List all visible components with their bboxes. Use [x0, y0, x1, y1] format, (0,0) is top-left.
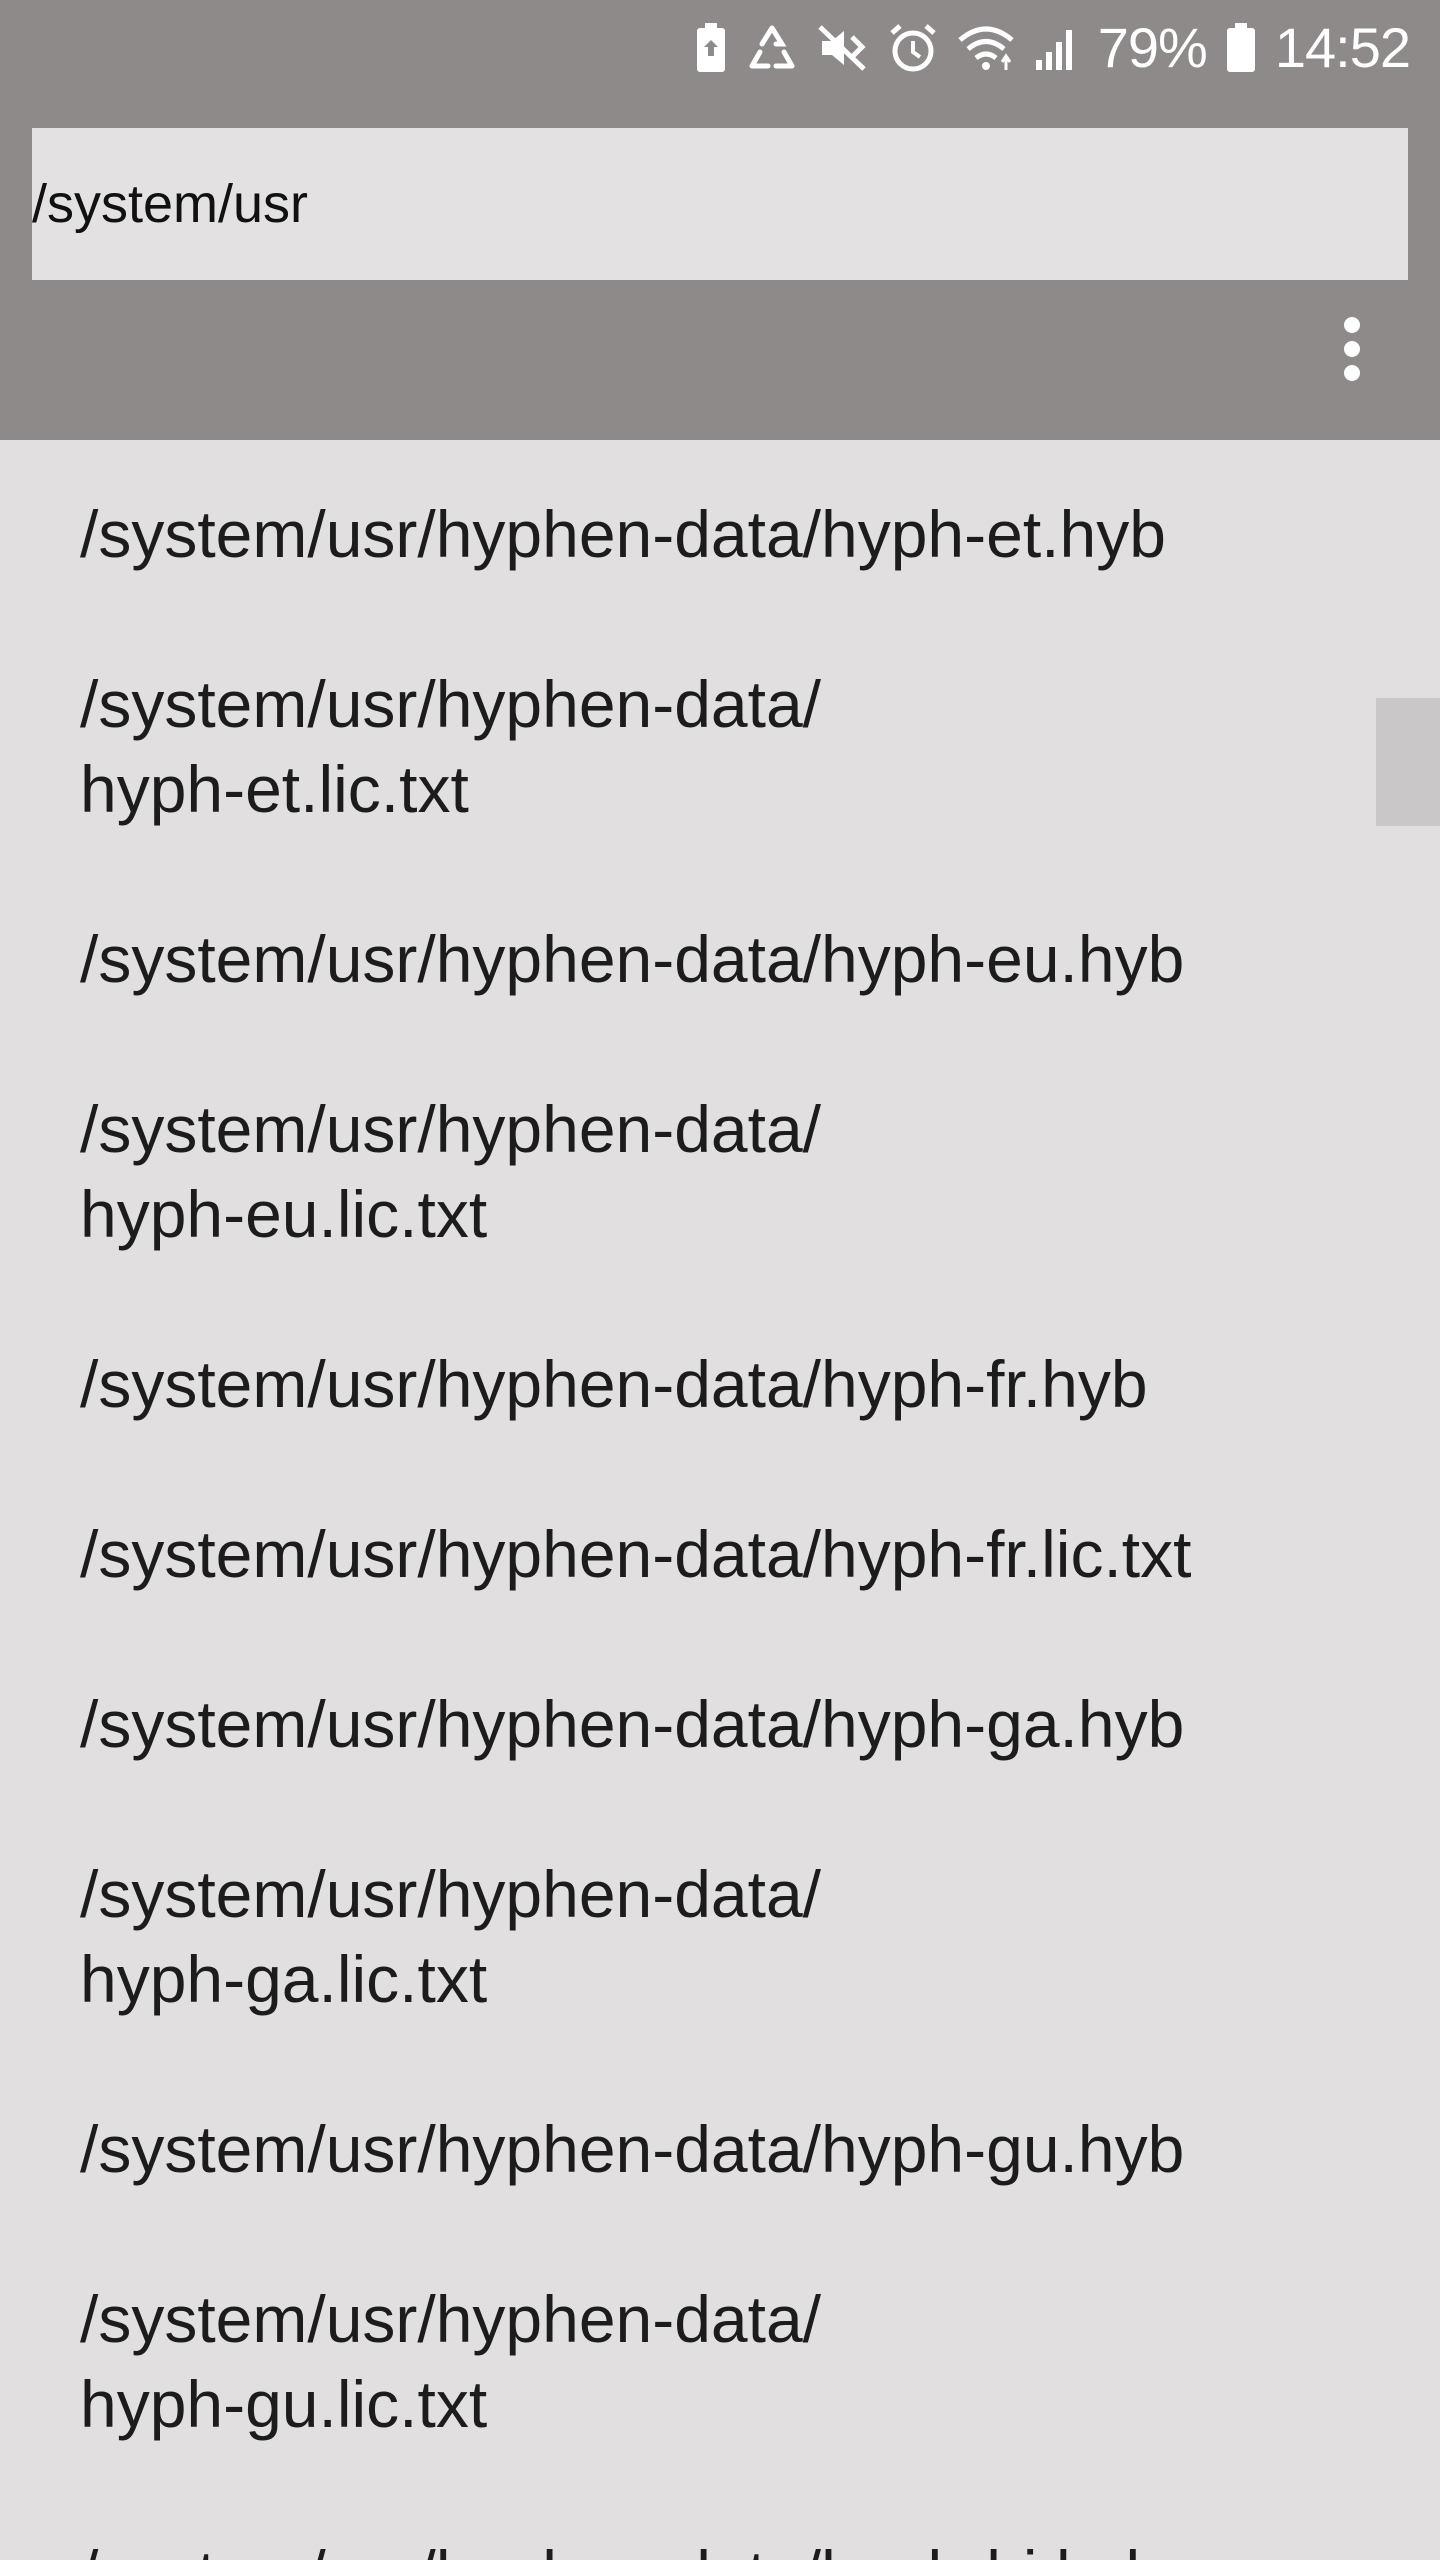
path-input[interactable]: [32, 128, 1408, 280]
list-item[interactable]: /system/usr/hyphen-data/hyph-eu.hyb: [80, 917, 1380, 1002]
list-item[interactable]: /system/usr/hyphen-data/hyph-fr.hyb: [80, 1342, 1380, 1427]
file-list[interactable]: /system/usr/hyphen-data/hyph-et.hyb /sys…: [0, 440, 1440, 2560]
status-bar: 79% 14:52: [0, 0, 1440, 96]
status-icons: 79% 14:52: [694, 10, 1411, 86]
list-item[interactable]: /system/usr/hyphen-data/ hyph-gu.lic.txt: [80, 2277, 1380, 2447]
battery-saver-icon: [694, 18, 728, 78]
list-item[interactable]: /system/usr/hyphen-data/ hyph-et.lic.txt: [80, 662, 1380, 832]
list-item[interactable]: /system/usr/hyphen-data/hyph-fr.lic.txt: [80, 1512, 1380, 1597]
app-bar: [0, 96, 1440, 440]
list-item[interactable]: /system/usr/hyphen-data/hyph-gu.hyb: [80, 2107, 1380, 2192]
wifi-icon: [956, 18, 1016, 78]
battery-icon: [1225, 18, 1257, 78]
list-item[interactable]: /system/usr/hyphen-data/hyph-ga.hyb: [80, 1682, 1380, 1767]
clock: 14:52: [1274, 16, 1411, 79]
scrollbar-thumb[interactable]: [1376, 698, 1440, 826]
overflow-menu-button[interactable]: [1322, 306, 1382, 396]
list-item[interactable]: /system/usr/hyphen-data/ hyph-ga.lic.txt: [80, 1852, 1380, 2022]
signal-icon: [1034, 18, 1080, 78]
mute-vibrate-icon: [816, 18, 870, 78]
list-item[interactable]: /system/usr/hyphen-data/hyph-hi.hyb: [80, 2532, 1380, 2560]
more-vert-icon: [1342, 316, 1362, 387]
alarm-icon: [888, 18, 938, 78]
list-item[interactable]: /system/usr/hyphen-data/ hyph-eu.lic.txt: [80, 1087, 1380, 1257]
list-item[interactable]: /system/usr/hyphen-data/hyph-et.hyb: [80, 492, 1380, 577]
recycle-icon: [746, 18, 798, 78]
battery-percent: 79%: [1097, 16, 1208, 79]
